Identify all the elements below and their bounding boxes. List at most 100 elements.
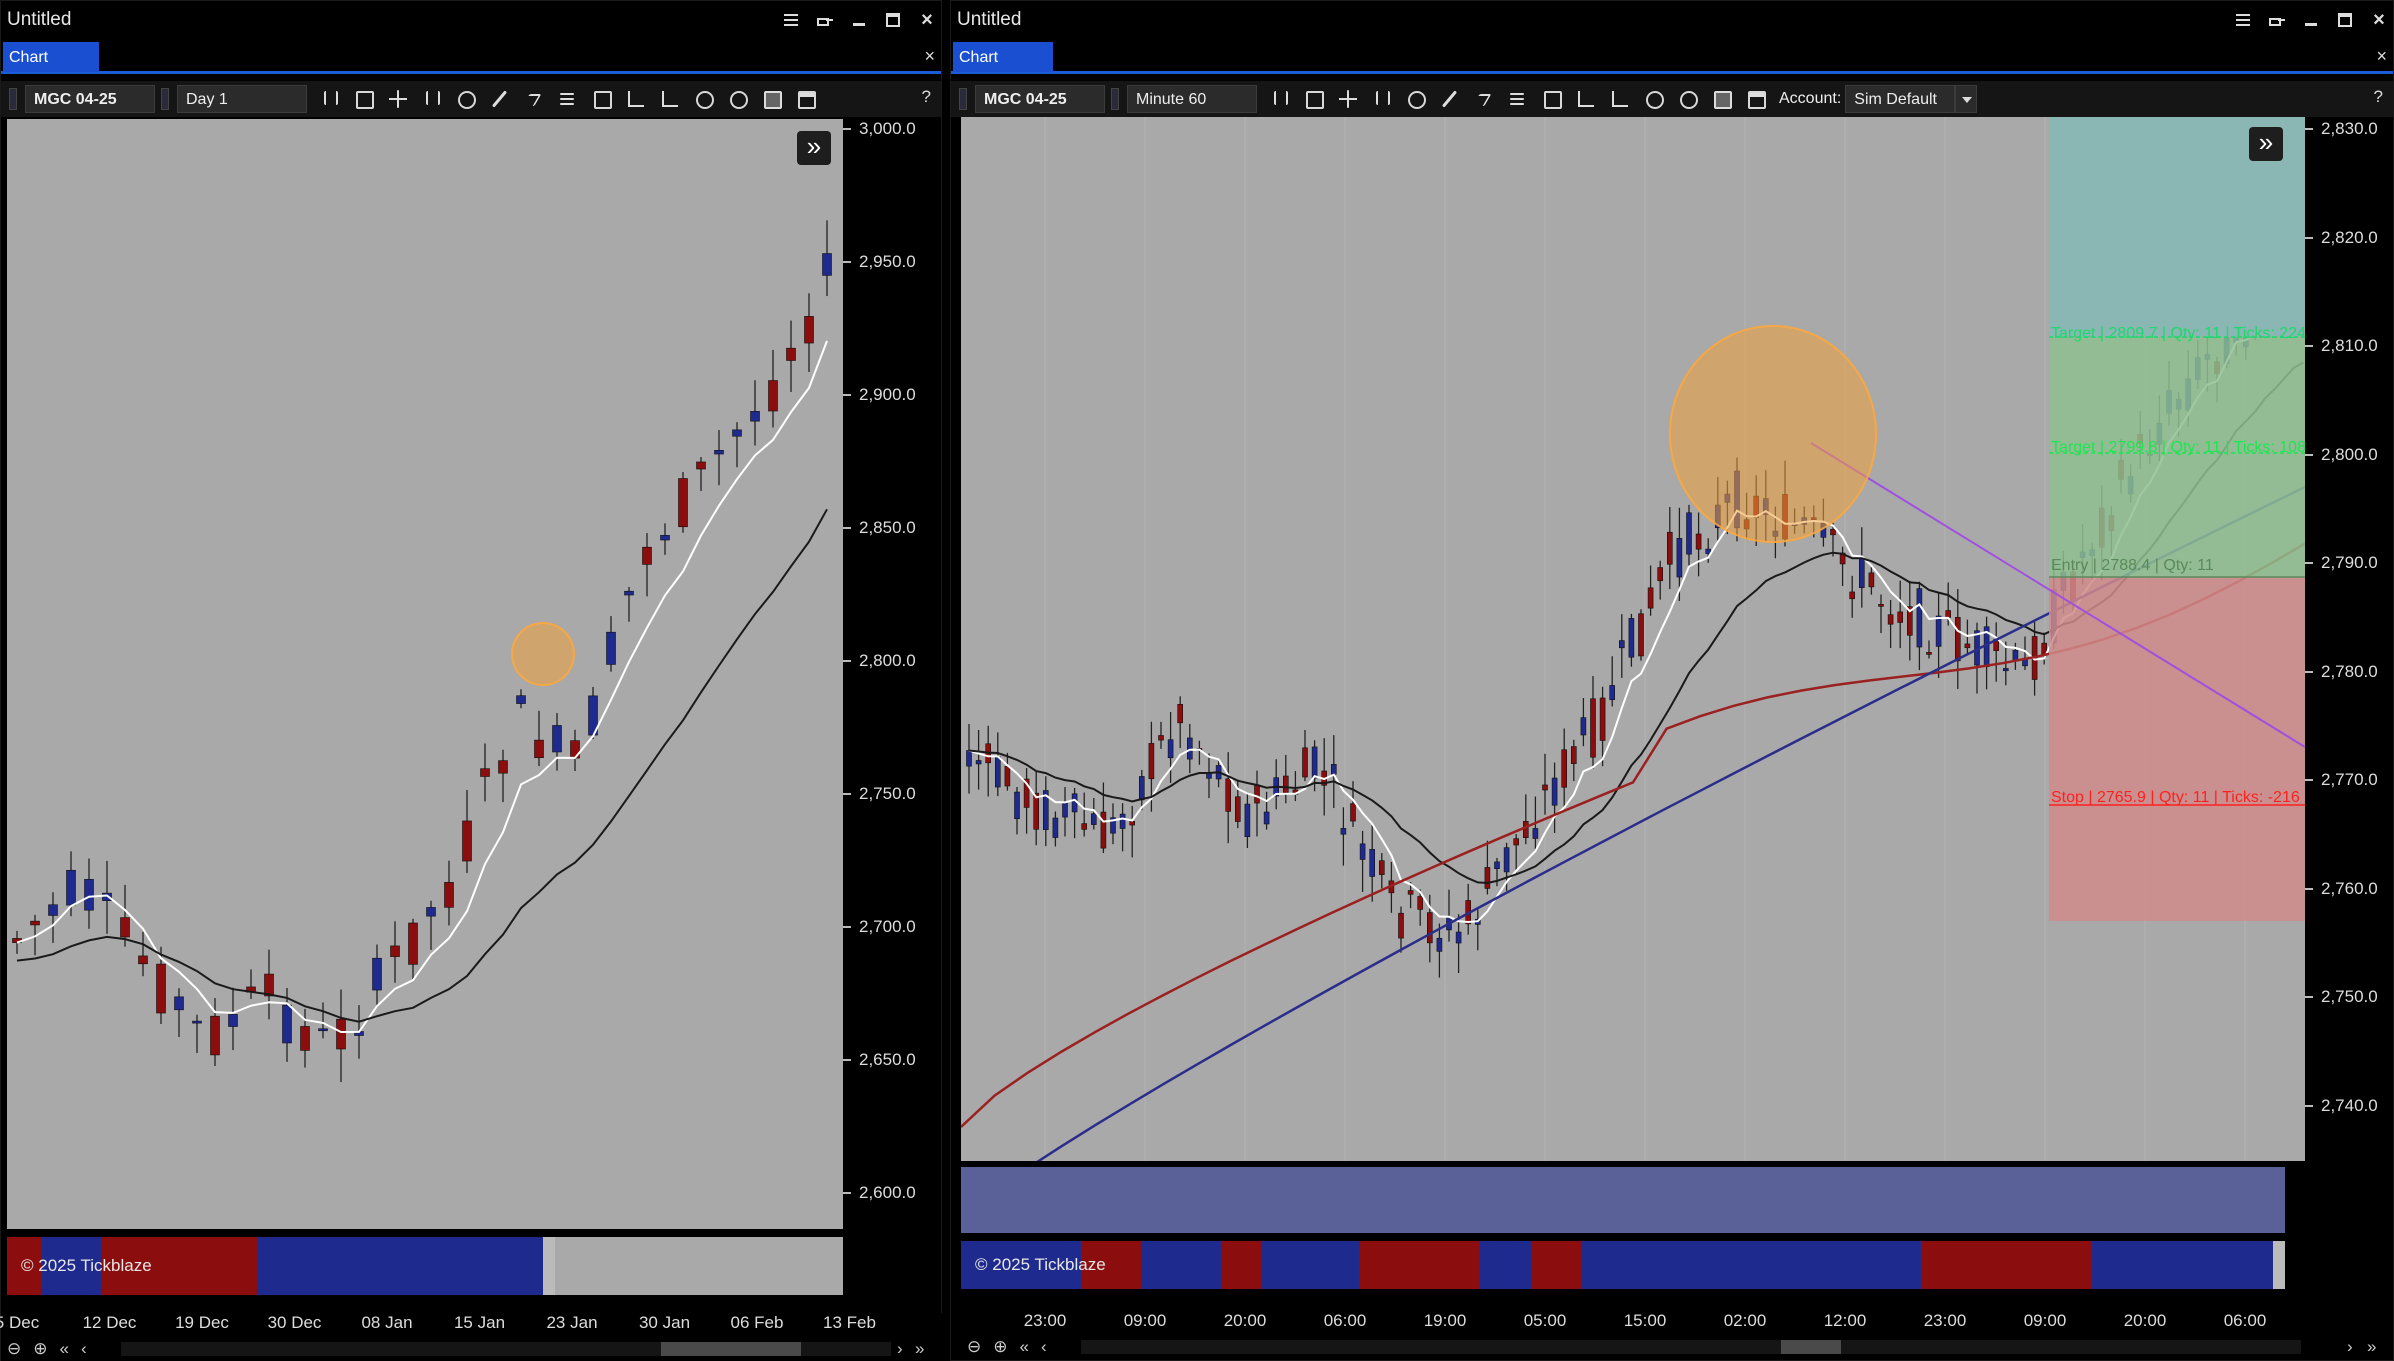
template-icon[interactable] (1303, 88, 1325, 110)
save-icon[interactable] (1745, 88, 1767, 110)
y-tick (843, 793, 851, 795)
strategy-icon[interactable] (523, 88, 545, 110)
zoom-in-icon[interactable] (693, 88, 715, 110)
pin-icon[interactable] (2269, 12, 2285, 28)
save-icon[interactable] (795, 88, 817, 110)
ema-slow-line (16, 508, 828, 1023)
scroll-start-icon[interactable]: « (1020, 1337, 1029, 1357)
strip-segment (1261, 1241, 1359, 1289)
crosshair-icon[interactable] (387, 88, 409, 110)
scroll-end-icon[interactable]: » (2367, 1337, 2376, 1357)
folder-icon[interactable] (1711, 88, 1733, 110)
scroll-end-icon[interactable]: » (915, 1339, 924, 1359)
zoom-in-icon[interactable]: ⊕ (33, 1339, 47, 1359)
minimize-icon[interactable] (851, 12, 867, 28)
strip-segment (2273, 1241, 2285, 1289)
list-icon[interactable] (1507, 88, 1529, 110)
scale-icon[interactable] (659, 88, 681, 110)
target2-order-label[interactable]: Target | 2799.8 | Qty: 11 | Ticks: 108 (2051, 439, 2305, 457)
target1-order-label[interactable]: Target | 2809.7 | Qty: 11 | Ticks: 224 (2051, 325, 2305, 343)
candle-body (696, 461, 706, 470)
y-tick-label: 2,810.0 (2321, 336, 2378, 355)
scroll-thumb[interactable] (661, 1342, 801, 1356)
expand-panel-button[interactable]: » (2249, 127, 2283, 161)
instrument-selector[interactable]: MGC 04-25 (975, 85, 1105, 113)
bar-type-icon[interactable] (319, 88, 341, 110)
template-icon[interactable] (353, 88, 375, 110)
strip-segment (257, 1237, 543, 1295)
account-selector[interactable]: Sim Default (1845, 85, 1956, 113)
scroll-start-icon[interactable]: « (60, 1339, 69, 1359)
right-price-plot[interactable]: Target | 2809.7 | Qty: 11 | Ticks: 224 T… (961, 117, 2305, 1161)
close-icon[interactable]: × (2371, 10, 2387, 30)
zoom-out-icon[interactable]: ⊖ (967, 1337, 981, 1357)
x-tick-label: 19:00 (1423, 1311, 1467, 1330)
zoom-in-icon[interactable] (1643, 88, 1665, 110)
left-scrollbar[interactable]: ⊖ ⊕ « ‹ › » (1, 1337, 943, 1361)
scroll-right-icon[interactable]: › (2347, 1337, 2353, 1357)
zoom-out-icon[interactable] (727, 88, 749, 110)
chevron-down-icon[interactable] (1955, 85, 1978, 113)
axis-icon[interactable] (1575, 88, 1597, 110)
tab-close-icon[interactable]: × (2376, 46, 2387, 67)
menu-icon[interactable] (783, 12, 799, 28)
tab-chart[interactable]: Chart (953, 42, 1053, 72)
left-title-bar: Untitled × (1, 1, 941, 38)
scroll-thumb[interactable] (1781, 1340, 1841, 1354)
x-tick-label: 06:00 (1323, 1311, 1367, 1330)
scroll-left-icon[interactable]: ‹ (81, 1339, 87, 1359)
pin-icon[interactable] (817, 12, 833, 28)
y-tick (2305, 236, 2313, 239)
stop-order-label[interactable]: Stop | 2765.9 | Qty: 11 | Ticks: -216 (2051, 789, 2300, 807)
clock-icon[interactable] (455, 88, 477, 110)
help-icon[interactable]: ? (2374, 87, 2383, 107)
interval-selector[interactable]: Day 1 (177, 85, 307, 113)
scroll-track[interactable] (121, 1342, 891, 1356)
entry-order-label[interactable]: Entry | 2788.4 | Qty: 11 (2051, 557, 2214, 575)
properties-icon[interactable] (1541, 88, 1563, 110)
scroll-right-icon[interactable]: › (897, 1339, 903, 1359)
scroll-track[interactable] (1081, 1340, 2301, 1354)
scale-icon[interactable] (1609, 88, 1631, 110)
y-tick-label: 2,800.0 (2321, 444, 2378, 464)
candle-body (444, 882, 454, 908)
clock-icon[interactable] (1405, 88, 1427, 110)
maximize-icon[interactable] (2337, 12, 2353, 28)
strategy-icon[interactable] (1473, 88, 1495, 110)
list-icon[interactable] (557, 88, 579, 110)
zoom-out-icon[interactable]: ⊖ (7, 1339, 21, 1359)
x-tick-label: 23:00 (1023, 1311, 1067, 1330)
folder-icon[interactable] (761, 88, 783, 110)
help-icon[interactable]: ? (922, 87, 931, 107)
close-icon[interactable]: × (919, 10, 935, 30)
indicators-icon[interactable] (1371, 88, 1393, 110)
expand-panel-button[interactable]: » (797, 131, 831, 165)
candle-body (660, 535, 670, 541)
properties-icon[interactable] (591, 88, 613, 110)
x-tick-label: 12:00 (1823, 1311, 1867, 1330)
x-tick-label: 06:00 (2223, 1311, 2267, 1330)
crosshair-icon[interactable] (1337, 88, 1359, 110)
bar-type-icon[interactable] (1269, 88, 1291, 110)
maximize-icon[interactable] (885, 12, 901, 28)
y-tick-label: 2,850.0 (859, 518, 916, 537)
tab-close-icon[interactable]: × (924, 46, 935, 67)
drawing-icon[interactable] (489, 88, 511, 110)
toolbar-grip (1111, 88, 1119, 110)
candle-body (462, 820, 472, 862)
candle-body (390, 945, 400, 957)
zoom-in-icon[interactable]: ⊕ (993, 1337, 1007, 1357)
zoom-out-icon[interactable] (1677, 88, 1699, 110)
interval-selector[interactable]: Minute 60 (1127, 85, 1257, 113)
minimize-icon[interactable] (2303, 12, 2319, 28)
strip-segment (1921, 1241, 2091, 1289)
tab-chart[interactable]: Chart (3, 42, 99, 72)
left-price-plot[interactable]: » (7, 119, 843, 1229)
instrument-selector[interactable]: MGC 04-25 (25, 85, 155, 113)
axis-icon[interactable] (625, 88, 647, 110)
drawing-icon[interactable] (1439, 88, 1461, 110)
menu-icon[interactable] (2235, 12, 2251, 28)
indicators-icon[interactable] (421, 88, 443, 110)
scroll-left-icon[interactable]: ‹ (1041, 1337, 1047, 1357)
right-scrollbar[interactable]: ⊖ ⊕ « ‹ › » (961, 1335, 2391, 1359)
